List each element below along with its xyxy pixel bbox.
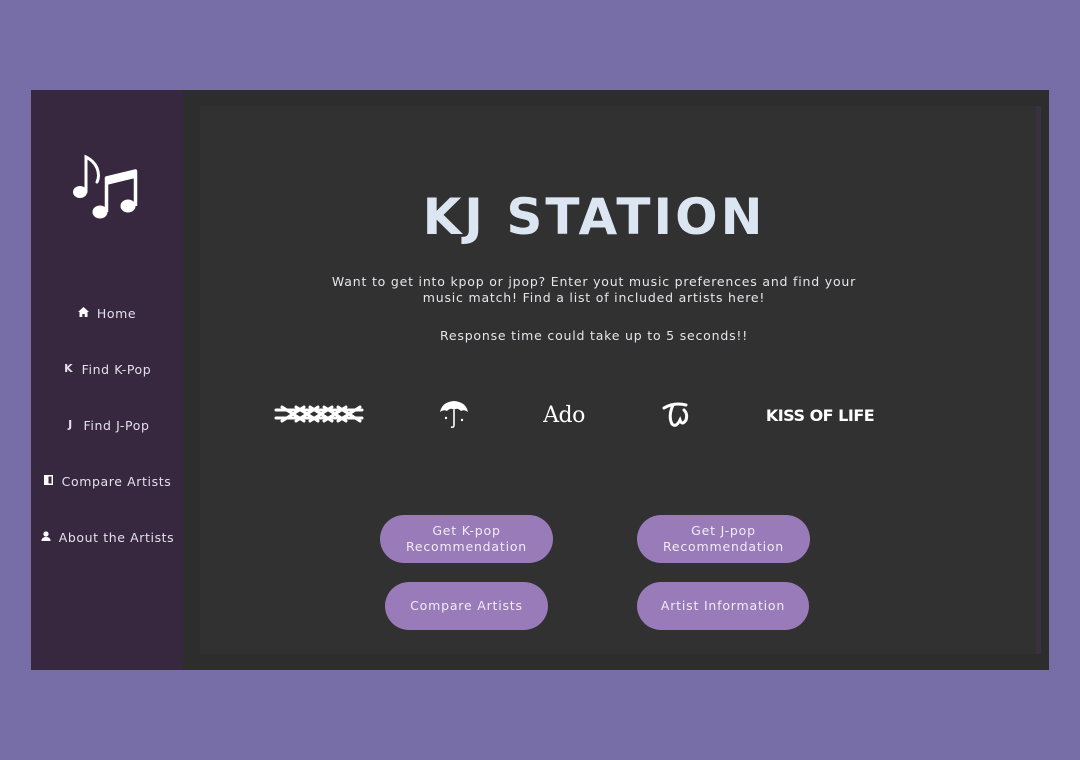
main-content: KJ STATION Want to get into kpop or jpop… (200, 106, 1041, 654)
sidebar-item-label: About the Artists (58, 530, 175, 545)
sidebar-nav: Home K Find K-Pop J Find J-Pop Compare A… (31, 306, 183, 586)
get-jpop-recommendation-button[interactable]: Get J-pop Recommendation (637, 515, 810, 563)
get-kpop-recommendation-button[interactable]: Get K-pop Recommendation (380, 515, 553, 563)
intro-text: Want to get into kpop or jpop? Enter you… (200, 274, 988, 306)
artist-information-button[interactable]: Artist Information (637, 582, 809, 630)
j-letter-icon: J (68, 418, 73, 431)
sidebar-item-label: Find J-Pop (83, 418, 150, 433)
sidebar-item-find-kpop[interactable]: K Find K-Pop (31, 362, 183, 418)
crossed-out-logo (274, 404, 364, 424)
ado-logo: Ado (543, 402, 585, 428)
sidebar-item-compare-artists[interactable]: Compare Artists (31, 474, 183, 530)
kiss-of-life-logo: KISS OF LIFE (765, 405, 875, 425)
compare-artists-button[interactable]: Compare Artists (385, 582, 548, 630)
artist-logos-row: Ado KISS OF LIFE (200, 396, 1036, 436)
sidebar-item-label: Compare Artists (61, 474, 172, 489)
sidebar: Home K Find K-Pop J Find J-Pop Compare A… (31, 90, 183, 670)
intro-paragraph: Want to get into kpop or jpop? Enter you… (331, 274, 857, 305)
sidebar-item-label: Home (96, 306, 137, 321)
twice-logo (658, 398, 692, 432)
person-icon (40, 530, 52, 543)
sidebar-item-home[interactable]: Home (31, 306, 183, 362)
home-icon (78, 306, 90, 319)
sidebar-item-find-jpop[interactable]: J Find J-Pop (31, 418, 183, 474)
k-letter-icon: K (64, 362, 74, 375)
app-window: Home K Find K-Pop J Find J-Pop Compare A… (31, 90, 1049, 670)
music-notes-icon (71, 152, 143, 224)
page-title: KJ STATION (422, 188, 766, 246)
compare-icon (43, 474, 55, 487)
response-time-note: Response time could take up to 5 seconds… (439, 328, 749, 343)
sidebar-item-label: Find K-Pop (81, 362, 152, 377)
umbrella-logo (438, 398, 470, 430)
sidebar-item-about-artists[interactable]: About the Artists (31, 530, 183, 586)
